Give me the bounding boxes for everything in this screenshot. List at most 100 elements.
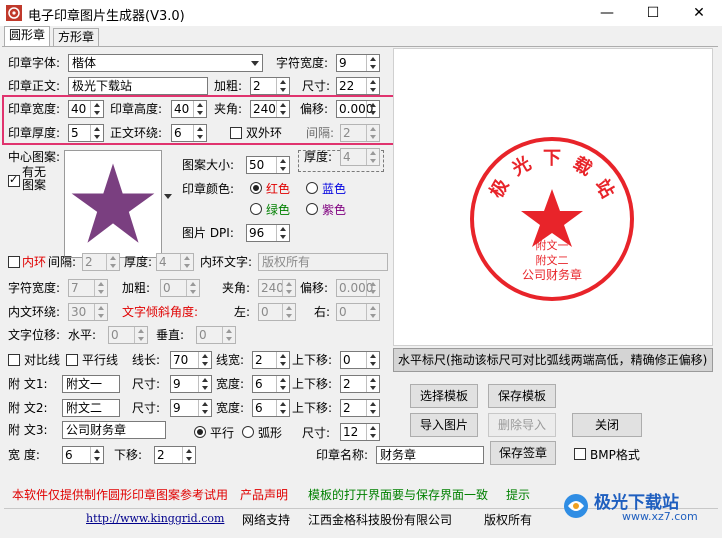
thickness-stepper[interactable]: 4 <box>340 148 380 166</box>
stepper-arrows-icon[interactable] <box>366 125 379 141</box>
line-width-stepper[interactable]: 2 <box>252 351 290 369</box>
font-select[interactable]: 楷体 <box>68 54 263 72</box>
dpi-stepper[interactable]: 96 <box>246 224 290 242</box>
attach2-input[interactable]: 附文二 <box>62 399 120 417</box>
stepper-arrows-icon[interactable] <box>198 376 211 392</box>
contrast-line-checkbox[interactable] <box>8 354 20 366</box>
stepper-arrows-icon[interactable] <box>276 101 289 117</box>
double-ring-checkbox[interactable] <box>230 127 242 139</box>
attach1-width-stepper[interactable]: 6 <box>252 375 290 393</box>
inner-thick-stepper[interactable]: 4 <box>156 253 194 271</box>
seal-thickness-stepper[interactable]: 5 <box>68 124 104 142</box>
stepper-arrows-icon[interactable] <box>366 304 379 320</box>
pattern-size-stepper[interactable]: 50 <box>246 156 290 174</box>
stepper-arrows-icon[interactable] <box>276 157 289 173</box>
stepper-arrows-icon[interactable] <box>193 125 206 141</box>
save-sign-button[interactable]: 保存签章 <box>490 441 556 465</box>
attach1-input[interactable]: 附文一 <box>62 375 120 393</box>
product-declaration-link[interactable]: 产品声明 <box>240 487 288 503</box>
save-template-button[interactable]: 保存模板 <box>488 384 556 408</box>
stepper-arrows-icon[interactable] <box>366 376 379 392</box>
pattern-preview[interactable] <box>64 150 162 258</box>
stepper-arrows-icon[interactable] <box>94 280 107 296</box>
stepper-arrows-icon[interactable] <box>134 327 147 343</box>
bottom-width-stepper[interactable]: 6 <box>62 446 104 464</box>
inner-char-width-stepper[interactable]: 7 <box>68 279 108 297</box>
down-stepper[interactable]: 2 <box>154 446 196 464</box>
attach3-size-stepper[interactable]: 12 <box>340 423 380 441</box>
attach3-input[interactable]: 公司财务章 <box>62 421 166 439</box>
stepper-arrows-icon[interactable] <box>180 254 193 270</box>
maximize-button[interactable]: ☐ <box>630 0 676 26</box>
import-image-button[interactable]: 导入图片 <box>410 413 478 437</box>
tilt-left-stepper[interactable]: 0 <box>258 303 296 321</box>
tip-link[interactable]: 提示 <box>506 487 530 503</box>
stepper-arrows-icon[interactable] <box>282 280 295 296</box>
gap-stepper[interactable]: 2 <box>340 124 380 142</box>
line-updown-stepper[interactable]: 0 <box>340 351 380 369</box>
bmp-checkbox[interactable] <box>574 448 586 460</box>
char-width-stepper[interactable]: 9 <box>336 54 380 72</box>
tab-square-seal[interactable]: 方形章 <box>53 28 100 46</box>
seal-height-stepper[interactable]: 40 <box>171 100 207 118</box>
attach2-size-stepper[interactable]: 9 <box>170 399 212 417</box>
radio-green[interactable] <box>250 203 262 215</box>
inner-angle-stepper[interactable]: 240 <box>258 279 296 297</box>
tilt-right-stepper[interactable]: 0 <box>336 303 380 321</box>
stepper-arrows-icon[interactable] <box>106 254 119 270</box>
inner-text-input[interactable]: 版权所有 <box>258 253 388 271</box>
stepper-arrows-icon[interactable] <box>198 352 211 368</box>
inner-ring-checkbox[interactable] <box>8 256 20 268</box>
inner-gap-stepper[interactable]: 2 <box>82 253 120 271</box>
radio-arc[interactable] <box>242 426 254 438</box>
seal-width-stepper[interactable]: 40 <box>68 100 104 118</box>
stepper-arrows-icon[interactable] <box>366 280 379 296</box>
stepper-arrows-icon[interactable] <box>366 149 379 165</box>
radio-purple[interactable] <box>306 203 318 215</box>
attach2-width-stepper[interactable]: 6 <box>252 399 290 417</box>
attach1-size-stepper[interactable]: 9 <box>170 375 212 393</box>
stepper-arrows-icon[interactable] <box>186 280 199 296</box>
text-ring-stepper[interactable]: 6 <box>171 124 207 142</box>
website-link[interactable]: http://www.kinggrid.com <box>86 512 224 525</box>
attach2-move-stepper[interactable]: 2 <box>340 399 380 417</box>
stepper-arrows-icon[interactable] <box>276 376 289 392</box>
radio-flat[interactable] <box>194 426 206 438</box>
stepper-arrows-icon[interactable] <box>366 55 379 71</box>
stepper-arrows-icon[interactable] <box>366 352 379 368</box>
stepper-arrows-icon[interactable] <box>90 125 103 141</box>
line-length-stepper[interactable]: 70 <box>170 351 212 369</box>
stepper-arrows-icon[interactable] <box>276 225 289 241</box>
close-window-button[interactable]: ✕ <box>676 0 722 26</box>
stepper-arrows-icon[interactable] <box>366 400 379 416</box>
inner-ring-text-stepper[interactable]: 30 <box>68 303 108 321</box>
radio-blue[interactable] <box>306 182 318 194</box>
angle-stepper[interactable]: 240 <box>250 100 290 118</box>
seal-text-input[interactable]: 极光下载站 <box>68 77 208 95</box>
shift-v-stepper[interactable]: 0 <box>196 326 236 344</box>
bold-stepper[interactable]: 2 <box>250 77 290 95</box>
close-button[interactable]: 关闭 <box>572 413 642 437</box>
stepper-arrows-icon[interactable] <box>222 327 235 343</box>
horizontal-ruler[interactable]: 水平标尺(拖动该标尺可对比弧线两端高低，精确修正偏移) <box>393 348 713 372</box>
inner-offset-stepper[interactable]: 0.000 <box>336 279 380 297</box>
stepper-arrows-icon[interactable] <box>366 424 379 440</box>
stepper-arrows-icon[interactable] <box>193 101 206 117</box>
stepper-arrows-icon[interactable] <box>90 101 103 117</box>
stepper-arrows-icon[interactable] <box>366 78 379 94</box>
network-support-link[interactable]: 网络支持 <box>242 512 290 528</box>
shift-h-stepper[interactable]: 0 <box>108 326 148 344</box>
stepper-arrows-icon[interactable] <box>90 447 103 463</box>
parallel-line-checkbox[interactable] <box>66 354 78 366</box>
tab-round-seal[interactable]: 圆形章 <box>4 26 51 46</box>
inner-bold-stepper[interactable]: 0 <box>160 279 200 297</box>
stepper-arrows-icon[interactable] <box>366 101 379 117</box>
attach1-move-stepper[interactable]: 2 <box>340 375 380 393</box>
stepper-arrows-icon[interactable] <box>276 78 289 94</box>
stepper-arrows-icon[interactable] <box>276 400 289 416</box>
stepper-arrows-icon[interactable] <box>276 352 289 368</box>
seal-name-input[interactable]: 财务章 <box>376 446 484 464</box>
stepper-arrows-icon[interactable] <box>282 304 295 320</box>
radio-red[interactable] <box>250 182 262 194</box>
select-template-button[interactable]: 选择模板 <box>410 384 478 408</box>
